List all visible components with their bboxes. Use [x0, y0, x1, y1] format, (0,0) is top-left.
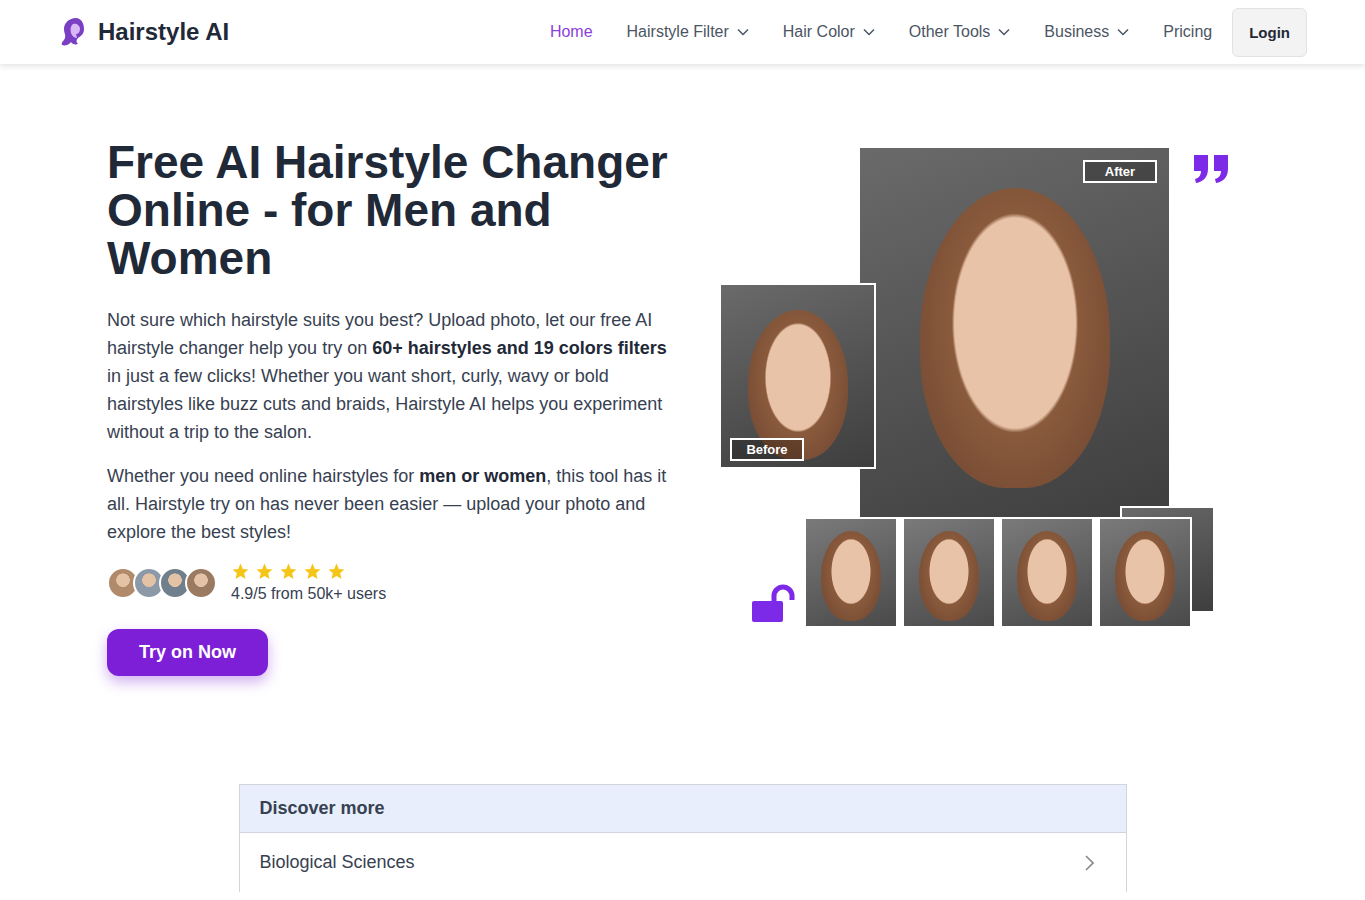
thumbnail-photo[interactable] [902, 517, 996, 628]
star-icon [255, 562, 274, 581]
bold-text: men or women [419, 466, 546, 486]
rating-text: 4.9/5 from 50k+ users [231, 585, 386, 603]
hero-paragraph: Whether you need online hairstyles for m… [107, 462, 682, 546]
rating-info: 4.9/5 from 50k+ users [231, 562, 386, 603]
woman-head-logo-icon [60, 16, 90, 48]
nav-item[interactable]: Hair Color [783, 23, 875, 41]
face [821, 531, 881, 621]
hero-title: Free AI Hairstyle Changer Online - for M… [107, 138, 682, 282]
hero: Free AI Hairstyle Changer Online - for M… [0, 64, 1365, 676]
unlock-icon [752, 584, 798, 622]
star-icon [279, 562, 298, 581]
nav-label: Hairstyle Filter [627, 23, 729, 41]
user-avatars [107, 567, 217, 599]
page: Hairstyle AI Home Hairstyle Filter Hair … [0, 0, 1365, 900]
bold-text: 60+ hairstyles and 19 colors filters [372, 338, 667, 358]
stars [231, 562, 386, 581]
face [920, 188, 1110, 488]
nav-label: Pricing [1163, 23, 1212, 41]
nav-label: Hair Color [783, 23, 855, 41]
face [1017, 531, 1077, 621]
thumbnail-photo[interactable] [804, 517, 898, 628]
main-nav: Home Hairstyle Filter Hair Color Other T… [550, 8, 1307, 57]
star-icon [231, 562, 250, 581]
nav-label: Home [550, 23, 593, 41]
nav-item[interactable]: Home [550, 23, 593, 41]
star-icon [327, 562, 346, 581]
text: in just a few clicks! Whether you want s… [107, 366, 662, 442]
nav-item[interactable]: Business [1044, 23, 1129, 41]
hero-paragraph: Not sure which hairstyle suits you best?… [107, 306, 682, 446]
chevron-down-icon [998, 28, 1010, 36]
login-button[interactable]: Login [1232, 8, 1307, 57]
nav-label: Other Tools [909, 23, 991, 41]
thumbnail-row [804, 517, 1192, 628]
discover-title: Discover more [240, 785, 1126, 833]
before-photo: Before [719, 283, 876, 469]
nav-item[interactable]: Other Tools [909, 23, 1011, 41]
thumbnail-photo[interactable] [1000, 517, 1094, 628]
after-photo: After [860, 148, 1169, 517]
before-after-collage: After Before [718, 148, 1230, 628]
chevron-down-icon [863, 28, 875, 36]
star-icon [303, 562, 322, 581]
text: Whether you need online hairstyles for [107, 466, 419, 486]
try-on-button[interactable]: Try on Now [107, 629, 268, 676]
face [1115, 531, 1175, 621]
header: Hairstyle AI Home Hairstyle Filter Hair … [0, 0, 1365, 64]
logo-text: Hairstyle AI [98, 18, 229, 46]
discover-label: Biological Sciences [260, 852, 415, 873]
logo[interactable]: Hairstyle AI [60, 16, 229, 48]
quote-icon [1192, 153, 1230, 185]
hero-text: Free AI Hairstyle Changer Online - for M… [107, 138, 682, 676]
chevron-right-icon [1084, 855, 1094, 871]
nav-item[interactable]: Hairstyle Filter [627, 23, 749, 41]
face [919, 531, 979, 621]
rating: 4.9/5 from 50k+ users [107, 562, 682, 603]
before-label: Before [730, 438, 804, 461]
user-avatar [185, 567, 217, 599]
discover-item[interactable]: Biological Sciences [240, 833, 1126, 892]
chevron-down-icon [737, 28, 749, 36]
nav-item[interactable]: Pricing [1163, 23, 1212, 41]
nav-label: Business [1044, 23, 1109, 41]
chevron-down-icon [1117, 28, 1129, 36]
thumbnail-photo[interactable] [1098, 517, 1192, 628]
after-label: After [1083, 160, 1157, 183]
discover-more: Discover more Biological Sciences [239, 784, 1127, 892]
